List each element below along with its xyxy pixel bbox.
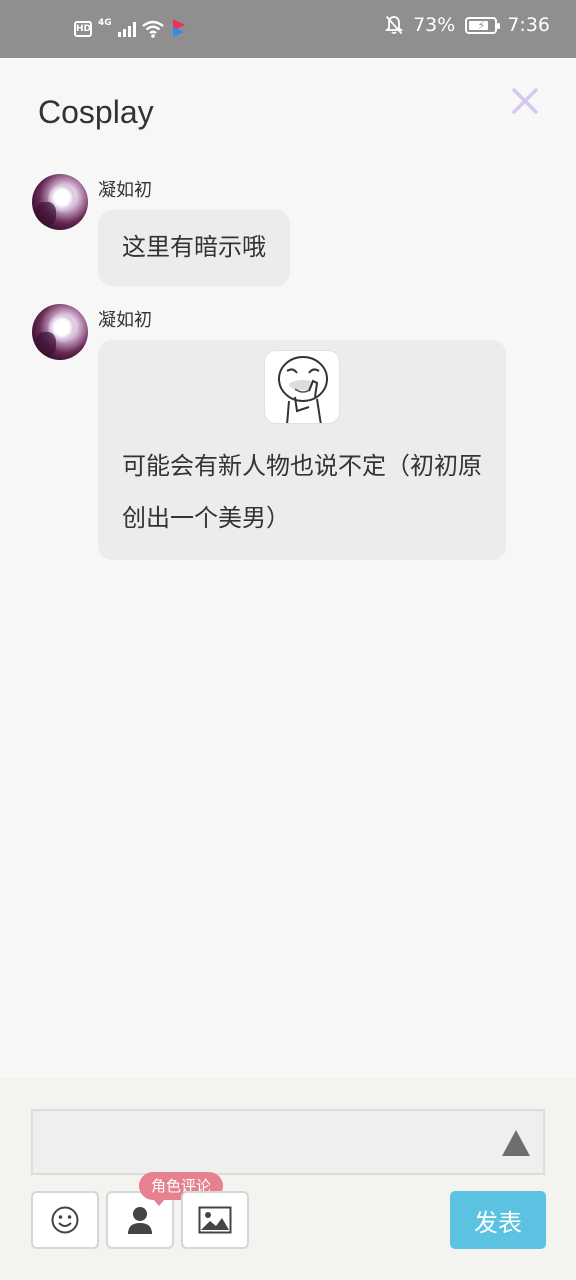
comment-input[interactable] <box>33 1111 543 1173</box>
emoji-button[interactable] <box>31 1191 99 1249</box>
mute-bell-icon <box>385 15 404 35</box>
avatar[interactable] <box>32 174 88 230</box>
page-title: Cosplay <box>38 94 154 130</box>
hd-icon: HD <box>74 21 92 37</box>
wifi-icon <box>141 20 164 38</box>
image-icon <box>198 1206 232 1234</box>
close-icon <box>512 88 538 114</box>
image-button[interactable] <box>181 1191 249 1249</box>
status-left: HD 4G <box>74 18 188 40</box>
close-button[interactable] <box>508 84 542 118</box>
message-username: 凝如初 <box>98 310 152 331</box>
network-type: 4G <box>98 18 112 28</box>
battery-charging-icon: ⚡ <box>465 16 501 34</box>
battery-percent: 73% <box>413 14 456 36</box>
comment-input-box[interactable] <box>31 1109 545 1175</box>
signal-icon <box>117 21 136 37</box>
message-text: 可能会有新人物也说不定（初初原创出一个美男） <box>122 452 482 532</box>
message-bubble: 这里有暗示哦 <box>98 210 290 286</box>
triangle-up-icon[interactable] <box>501 1129 531 1157</box>
message-bubble: 可能会有新人物也说不定（初初原创出一个美男） <box>98 340 506 560</box>
emoji-icon <box>51 1206 79 1234</box>
status-bar: HD 4G 73% ⚡ 7:36 <box>0 0 576 58</box>
publish-button[interactable]: 发表 <box>450 1191 546 1249</box>
clock: 7:36 <box>507 14 550 36</box>
status-right: 73% ⚡ 7:36 <box>385 14 550 36</box>
composer: 角色评论 发表 <box>0 1078 576 1280</box>
app-notification-icon <box>172 19 185 37</box>
person-icon <box>128 1207 152 1234</box>
avatar[interactable] <box>32 304 88 360</box>
meme-face-sticker[interactable] <box>264 350 340 424</box>
message-username: 凝如初 <box>98 180 152 201</box>
